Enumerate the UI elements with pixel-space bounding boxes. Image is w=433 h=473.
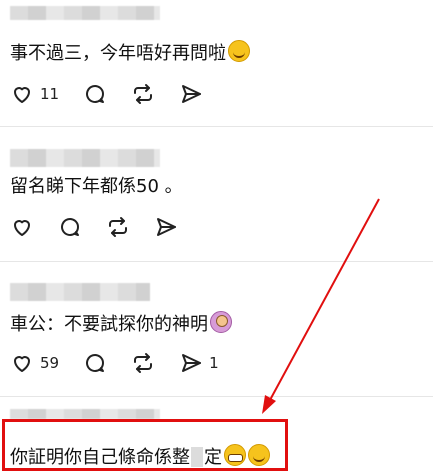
comment-icon (86, 354, 105, 372)
comment-button[interactable] (83, 82, 107, 106)
post-text: 留名睇下年都係50 。 (10, 176, 183, 197)
share-icon (182, 354, 202, 372)
heart-icon (14, 220, 30, 236)
repost-icon (134, 353, 153, 373)
like-count: 59 (40, 354, 60, 372)
share-button[interactable]: 1 (179, 351, 219, 375)
comment-icon (86, 85, 105, 103)
repost-button[interactable] (131, 351, 155, 375)
share-icon (182, 85, 202, 103)
share-button[interactable] (154, 215, 178, 239)
like-count: 11 (40, 85, 60, 103)
author-name-blurred (10, 283, 150, 301)
highlight-box (2, 419, 288, 471)
author-name-blurred (10, 6, 160, 20)
share-button[interactable] (179, 82, 203, 106)
comment-button[interactable] (58, 215, 82, 239)
like-button[interactable] (10, 215, 34, 239)
divider (0, 396, 433, 397)
share-icon (157, 218, 176, 236)
comment-icon (61, 218, 79, 236)
like-button[interactable]: 59 (10, 351, 59, 375)
heart-icon (14, 87, 30, 103)
comment-button[interactable] (83, 351, 107, 375)
repost-icon (109, 217, 127, 237)
post-actions: 11 (10, 81, 227, 107)
post-text: 車公：不要試探你的神明 (10, 311, 232, 336)
divider (0, 261, 433, 262)
author-name-blurred (10, 149, 160, 167)
woman-gesturing-emoji-icon (210, 311, 232, 333)
post-actions (10, 214, 202, 240)
heart-icon (14, 356, 30, 372)
like-button[interactable]: 11 (10, 82, 59, 106)
author-name-blurred (10, 409, 160, 419)
repost-icon (134, 84, 153, 104)
post-actions: 59 1 (10, 350, 243, 376)
divider (0, 126, 433, 127)
repost-button[interactable] (106, 215, 130, 239)
repost-button[interactable] (131, 82, 155, 106)
laughing-emoji-icon (228, 40, 250, 62)
post-text: 事不過三，今年唔好再問啦 (10, 40, 250, 65)
share-count: 1 (209, 354, 219, 372)
